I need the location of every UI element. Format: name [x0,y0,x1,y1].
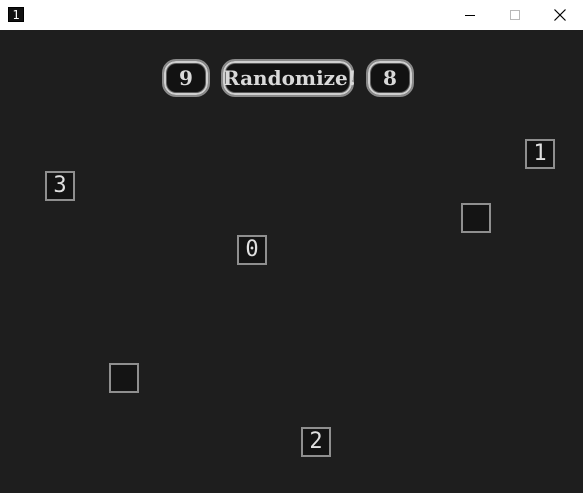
title-bar[interactable]: 1 [0,0,583,30]
game-area: 9 Randomize! 8 1 3 0 2 [0,30,583,493]
left-counter-button[interactable]: 9 [162,59,210,97]
close-button[interactable] [537,0,583,30]
app-icon: 1 [8,7,24,22]
tile-blank[interactable] [461,203,491,233]
tile-3[interactable]: 3 [45,171,75,201]
tile-2[interactable]: 2 [301,427,331,457]
game-window: 1 9 Randomize! 8 1 3 0 2 [0,0,583,493]
maximize-icon [510,10,520,20]
tile-1[interactable]: 1 [525,139,555,169]
minimize-button[interactable] [447,0,493,30]
close-icon [554,9,566,21]
maximize-button[interactable] [492,0,538,30]
randomize-button[interactable]: Randomize! [221,59,357,97]
right-counter-button[interactable]: 8 [366,59,414,97]
tile-blank[interactable] [109,363,139,393]
minimize-icon [465,15,475,16]
tile-0[interactable]: 0 [237,235,267,265]
